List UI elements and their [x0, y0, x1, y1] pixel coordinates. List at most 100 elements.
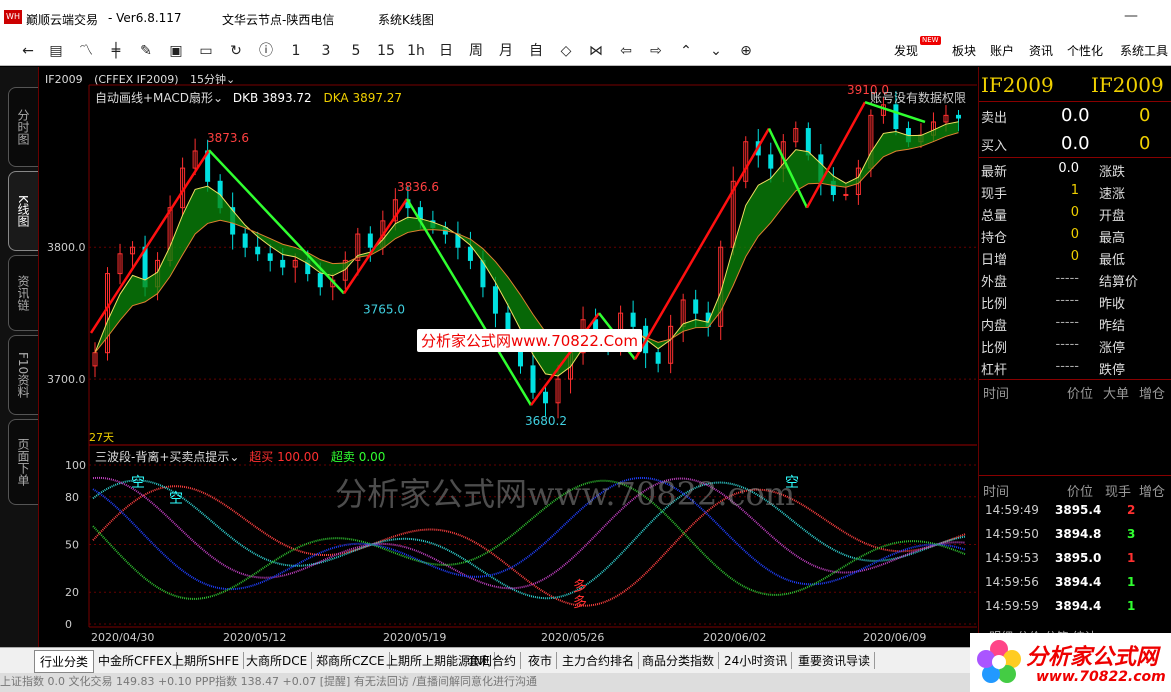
category-tab[interactable]: 郑商所CZCE — [312, 652, 390, 669]
quote-field-value: ----- — [1055, 315, 1079, 330]
line-chart-icon[interactable]: 〽 — [76, 41, 96, 61]
quote-field-label: 现手 — [981, 187, 1008, 202]
crosshair-icon[interactable]: ⊕ — [736, 41, 756, 61]
x-axis-date-label: 2020/05/19 — [383, 631, 446, 644]
candle-body — [843, 193, 849, 196]
arrow-left-icon[interactable]: ⇦ — [616, 41, 636, 61]
category-tab[interactable]: 大商所DCE — [242, 652, 313, 669]
category-tab[interactable]: 中金所CFFEX — [94, 652, 177, 669]
candle-body — [492, 286, 498, 314]
osc-axis-label: 0 — [65, 618, 72, 631]
left-tab-strip: 分时图 K线图 资讯链 F10资料 页面下单 — [0, 67, 38, 647]
arrow-down-icon[interactable]: ⌄ — [706, 41, 726, 61]
candle-icon[interactable]: ╪ — [106, 41, 126, 61]
chevron-down-icon[interactable]: ⌄ — [213, 91, 227, 105]
brand-url: www.70822.com — [1036, 669, 1166, 685]
buy-signal-label: 多 — [573, 594, 587, 611]
osc-axis-label: 80 — [65, 491, 79, 504]
symbol-row[interactable]: IF2009 (CFFEX IF2009) 15分钟⌄ — [45, 71, 235, 87]
period-month[interactable]: 月 — [496, 41, 516, 61]
quote-field-label: 比例 — [981, 341, 1008, 356]
tab-kline[interactable]: K线图 — [8, 171, 38, 251]
zoom-in-icon[interactable]: ◇ — [556, 41, 576, 61]
quote-field-label: 结算价 — [1099, 275, 1139, 290]
category-tab[interactable]: 行业分类 — [34, 650, 95, 673]
menu-personalize[interactable]: 个性化 — [1067, 42, 1103, 59]
ask-label: 卖出 — [981, 111, 1008, 126]
quote-field-value: 0 — [1070, 205, 1079, 220]
back-arrow-icon[interactable]: ← — [18, 41, 38, 61]
period-15min[interactable]: 15 — [374, 41, 398, 61]
trough-label: 3680.2 — [525, 414, 567, 428]
zoom-out-icon[interactable]: ⋈ — [586, 41, 606, 61]
divider — [979, 157, 1171, 158]
tab-news-chain[interactable]: 资讯链 — [8, 255, 38, 331]
candle-body — [955, 114, 961, 119]
menu-news[interactable]: 资讯 — [1029, 42, 1053, 59]
market-category-bar: 行业分类 中金所CFFEX 上期所SHFE 大商所DCE 郑商所CZCE 上期所上期能源I… — [0, 647, 970, 673]
main-indicator-name[interactable]: 自动画线+MACD扇形 — [95, 91, 213, 105]
chevron-down-icon[interactable]: ⌄ — [226, 73, 235, 86]
draw-tool-icon[interactable]: ✎ — [136, 41, 156, 61]
category-tab[interactable]: 上期所SHFE — [168, 652, 245, 669]
arrow-right-icon[interactable]: ⇨ — [646, 41, 666, 61]
refresh-icon[interactable]: ↻ — [226, 41, 246, 61]
x-axis-date-label: 2020/06/09 — [863, 631, 926, 644]
minimize-icon[interactable]: — — [1124, 8, 1138, 24]
quote-field-label: 涨停 — [1099, 341, 1126, 356]
quote-field-label: 速涨 — [1099, 187, 1126, 202]
quote-field-value: 0 — [1070, 249, 1079, 264]
menu-account[interactable]: 账户 — [990, 42, 1014, 59]
category-tab[interactable]: 主力合约排名 — [558, 652, 640, 669]
info-icon[interactable]: ⓘ — [256, 41, 276, 61]
category-tab[interactable]: 重要资讯导读 — [794, 652, 876, 669]
tab-timeshare[interactable]: 分时图 — [8, 87, 38, 167]
chevron-down-icon[interactable]: ⌄ — [229, 450, 243, 464]
menu-sector[interactable]: 板块 — [952, 42, 976, 59]
category-tab[interactable]: 24小时资讯 — [720, 652, 793, 669]
app-name: 巅顺云端交易 — [26, 13, 99, 27]
candle-body — [768, 154, 774, 169]
tab-order[interactable]: 页面下单 — [8, 419, 38, 505]
indicator-icon[interactable]: ▣ — [166, 41, 186, 61]
quote-field-label: 跌停 — [1099, 363, 1126, 378]
menu-system-tools[interactable]: 系统工具 — [1120, 42, 1168, 59]
server-node: 文华云节点-陕西电信 — [222, 13, 335, 27]
period-custom[interactable]: 自 — [526, 41, 546, 61]
status-ticker: 上证指数 0.0 文化交易 149.83 +0.10 PPP指数 138.47 … — [0, 673, 970, 692]
list-icon[interactable]: ▤ — [46, 41, 66, 61]
tick-price: 3894.8 — [1055, 527, 1102, 541]
menu-discover[interactable]: 发现 — [894, 42, 918, 59]
kline-chart-area[interactable]: 3800.0 3700.0 3873.6 3836.6 3910.0 3765.0 3680… — [38, 67, 978, 647]
trough-label: 3765.0 — [363, 302, 405, 316]
overbought-value: 超买 100.00 — [249, 450, 320, 464]
period-3min[interactable]: 3 — [316, 41, 336, 61]
tick-time: 14:59:56 — [985, 575, 1039, 589]
period-day[interactable]: 日 — [436, 41, 456, 61]
period-dropdown[interactable]: 15分钟 — [190, 73, 226, 86]
new-badge: NEW — [920, 36, 941, 45]
divider — [979, 379, 1171, 380]
candle-body — [893, 104, 899, 130]
save-icon[interactable]: ▭ — [196, 41, 216, 61]
osc-axis-label: 100 — [65, 459, 86, 472]
arrow-up-icon[interactable]: ⌃ — [676, 41, 696, 61]
ask-price: 0.0 — [1061, 105, 1090, 126]
category-tab[interactable]: 商品分类指数 — [638, 652, 720, 669]
osc-axis-label: 50 — [65, 539, 79, 552]
tab-f10[interactable]: F10资料 — [8, 335, 38, 415]
period-1h[interactable]: 1h — [404, 41, 428, 61]
category-tab[interactable]: 套利合约 — [464, 652, 522, 669]
x-axis-date-label: 2020/05/26 — [541, 631, 604, 644]
price-axis-label: 3700.0 — [47, 373, 86, 386]
kline-chart-svg[interactable]: 3800.03700.03873.63836.63910.03765.03680… — [39, 67, 979, 647]
period-week[interactable]: 周 — [466, 41, 486, 61]
sub-indicator-name[interactable]: 三波段-背离+买卖点提示 — [95, 450, 229, 464]
quote-field-value: ----- — [1055, 359, 1079, 374]
period-5min[interactable]: 5 — [346, 41, 366, 61]
period-1min[interactable]: 1 — [286, 41, 306, 61]
quote-field-label: 日增 — [981, 253, 1008, 268]
dkb-value: DKB 3893.72 — [232, 91, 312, 105]
category-tab[interactable]: 夜市 — [524, 652, 558, 669]
toolbar: ← ▤ 〽 ╪ ✎ ▣ ▭ ↻ ⓘ 1 3 5 15 1h 日 周 月 自 ◇ … — [0, 36, 1171, 66]
